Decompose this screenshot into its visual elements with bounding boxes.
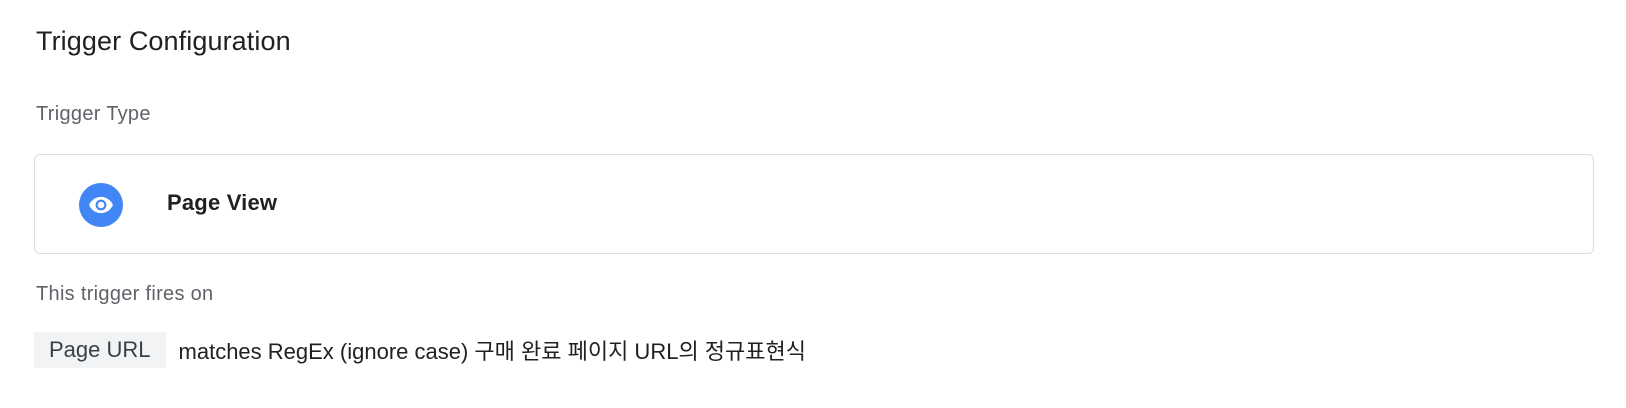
firing-condition: Page URL matches RegEx (ignore case) 구매 …	[34, 332, 806, 368]
eye-icon	[79, 183, 123, 227]
trigger-type-name: Page View	[167, 190, 278, 215]
trigger-type-card[interactable]: Page View	[34, 154, 1594, 254]
section-title: Trigger Configuration	[36, 26, 291, 56]
trigger-configuration-panel: Trigger Configuration Trigger Type Page …	[0, 0, 1626, 408]
trigger-type-label: Trigger Type	[36, 103, 151, 125]
condition-text: matches RegEx (ignore case) 구매 완료 페이지 UR…	[178, 339, 807, 364]
variable-chip: Page URL	[34, 332, 166, 368]
fires-on-label: This trigger fires on	[36, 283, 214, 305]
eye-icon-glyph	[89, 196, 113, 214]
